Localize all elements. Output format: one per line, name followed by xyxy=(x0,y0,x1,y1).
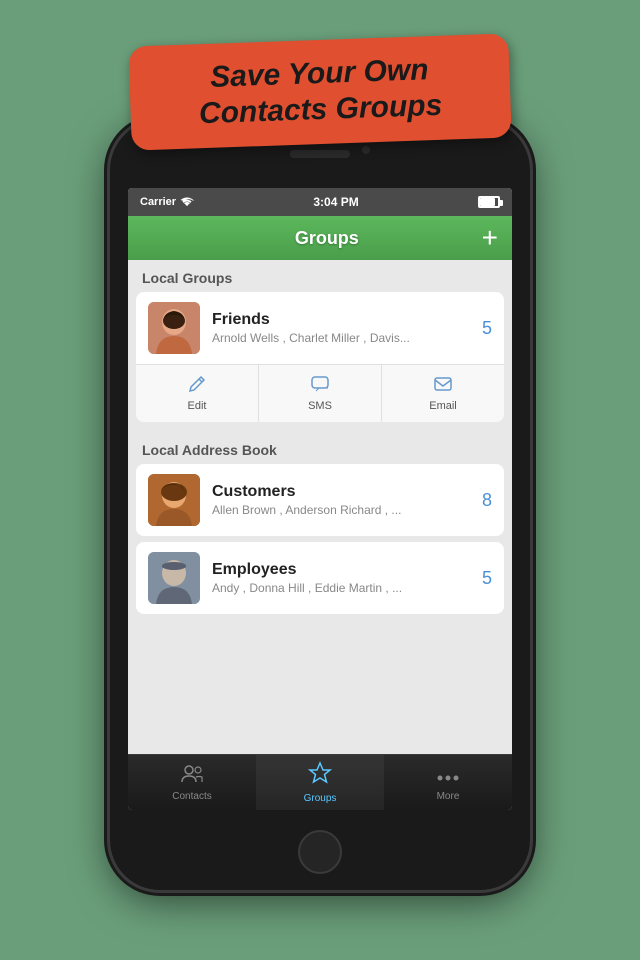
nav-bar: Groups + xyxy=(128,216,512,260)
phone-frame: Carrier 3:04 PM Groups + Local G xyxy=(110,120,530,890)
sms-label: SMS xyxy=(308,400,332,412)
more-tab-icon xyxy=(436,763,460,789)
sms-icon xyxy=(311,375,329,398)
groups-tab-label: Groups xyxy=(304,793,337,804)
more-tab-label: More xyxy=(437,791,460,802)
group-members-customers: Allen Brown , Anderson Richard , ... xyxy=(212,503,474,517)
add-group-button[interactable]: + xyxy=(482,224,498,252)
group-count-customers: 8 xyxy=(482,490,492,511)
group-members-friends: Arnold Wells , Charlet Miller , Davis... xyxy=(212,331,474,345)
group-members-employees: Andy , Donna Hill , Eddie Martin , ... xyxy=(212,581,474,595)
tab-more[interactable]: More xyxy=(384,755,512,810)
edit-icon xyxy=(188,375,206,398)
section-local-groups-header: Local Groups xyxy=(128,260,512,292)
content-area: Local Groups xyxy=(128,260,512,754)
promo-banner: Save Your Own Contacts Groups xyxy=(128,33,511,150)
nav-title: Groups xyxy=(295,228,359,249)
battery-icon xyxy=(478,196,500,208)
wifi-icon xyxy=(180,197,194,207)
camera xyxy=(362,146,370,154)
avatar-employees xyxy=(148,552,200,604)
status-bar: Carrier 3:04 PM xyxy=(128,188,512,216)
home-button[interactable] xyxy=(298,830,342,874)
contacts-tab-label: Contacts xyxy=(172,791,211,802)
edit-button[interactable]: Edit xyxy=(136,365,259,422)
tab-groups[interactable]: Groups xyxy=(256,755,384,810)
group-name-friends: Friends xyxy=(212,311,474,329)
carrier-label: Carrier xyxy=(140,196,194,208)
group-item-employees[interactable]: Employees Andy , Donna Hill , Eddie Mart… xyxy=(136,542,504,614)
edit-label: Edit xyxy=(188,400,207,412)
group-info-employees: Employees Andy , Donna Hill , Eddie Mart… xyxy=(212,561,474,595)
avatar-friends xyxy=(148,302,200,354)
group-row-customers[interactable]: Customers Allen Brown , Anderson Richard… xyxy=(136,464,504,536)
email-icon xyxy=(434,375,452,398)
phone-wrapper: Save Your Own Contacts Groups Carrier 3:… xyxy=(110,70,530,890)
group-row-friends[interactable]: Friends Arnold Wells , Charlet Miller , … xyxy=(136,292,504,364)
group-count-friends: 5 xyxy=(482,318,492,339)
contacts-tab-icon xyxy=(180,763,204,789)
group-name-employees: Employees xyxy=(212,561,474,579)
status-time: 3:04 PM xyxy=(313,195,358,209)
phone-screen: Carrier 3:04 PM Groups + Local G xyxy=(128,188,512,810)
group-item-friends[interactable]: Friends Arnold Wells , Charlet Miller , … xyxy=(136,292,504,422)
tab-bar: Contacts Groups xyxy=(128,754,512,810)
speaker xyxy=(290,150,350,158)
group-row-employees[interactable]: Employees Andy , Donna Hill , Eddie Mart… xyxy=(136,542,504,614)
promo-text: Save Your Own Contacts Groups xyxy=(153,50,487,134)
action-row-friends: Edit SMS xyxy=(136,364,504,422)
sms-button[interactable]: SMS xyxy=(259,365,382,422)
section-address-book-header: Local Address Book xyxy=(128,432,512,464)
group-info-customers: Customers Allen Brown , Anderson Richard… xyxy=(212,483,474,517)
email-button[interactable]: Email xyxy=(382,365,504,422)
avatar-customers xyxy=(148,474,200,526)
tab-contacts[interactable]: Contacts xyxy=(128,755,256,810)
group-item-customers[interactable]: Customers Allen Brown , Anderson Richard… xyxy=(136,464,504,536)
group-info-friends: Friends Arnold Wells , Charlet Miller , … xyxy=(212,311,474,345)
group-name-customers: Customers xyxy=(212,483,474,501)
email-label: Email xyxy=(429,400,457,412)
groups-tab-icon xyxy=(308,761,332,791)
group-count-employees: 5 xyxy=(482,568,492,589)
